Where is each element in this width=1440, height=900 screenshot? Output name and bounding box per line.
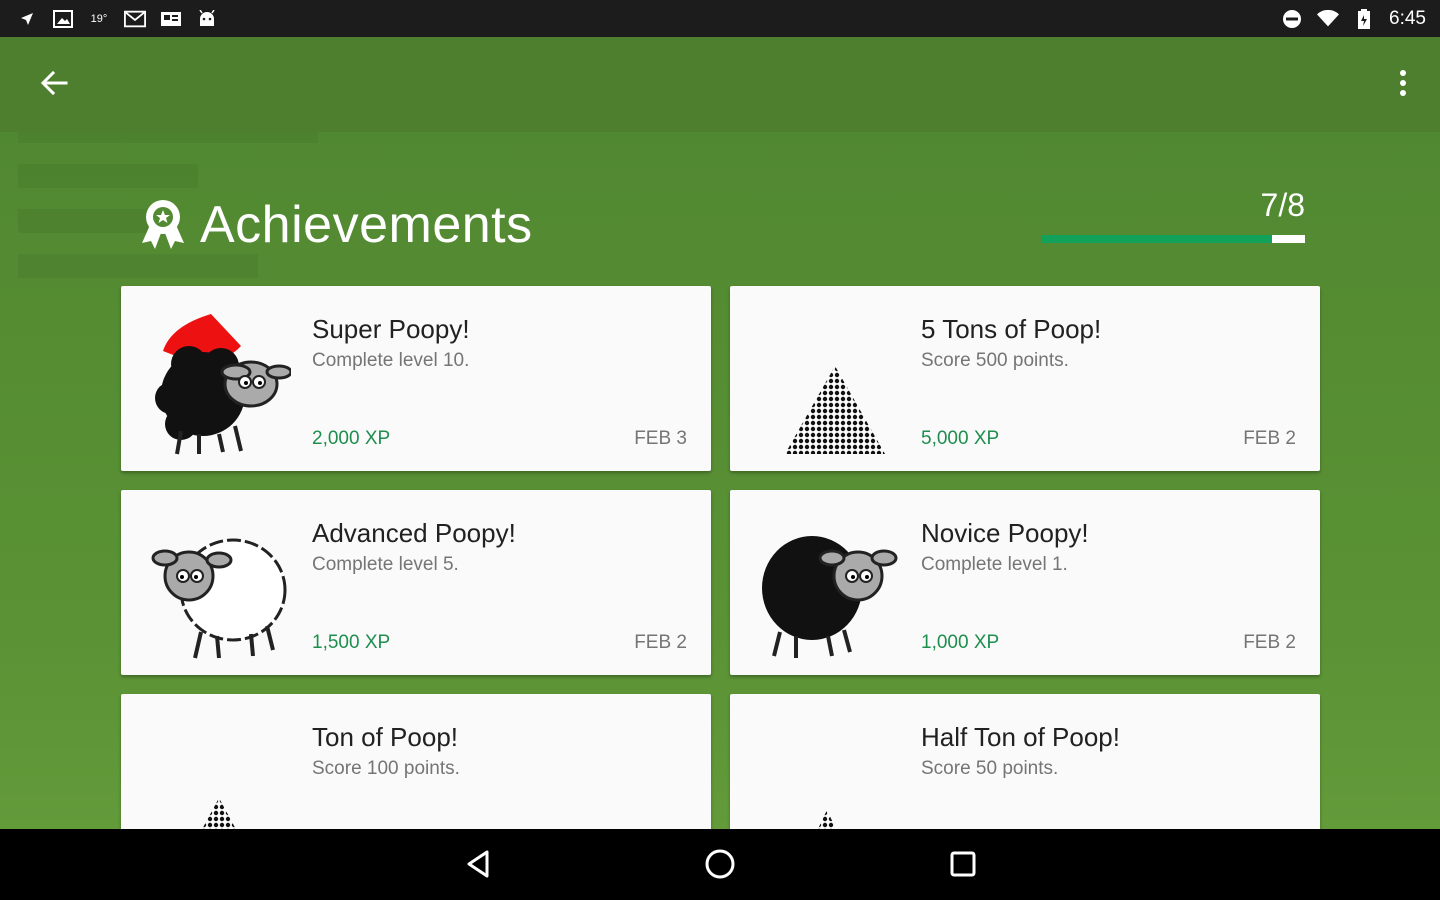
news-icon (160, 10, 182, 28)
status-right-icons: 6:45 (1281, 8, 1426, 30)
progress-fill (1041, 235, 1272, 243)
battery-icon (1353, 8, 1375, 29)
navigation-bar (0, 829, 1440, 900)
back-button[interactable] (30, 65, 78, 105)
arrow-back-icon (40, 70, 68, 101)
status-left-icons: 19° (16, 9, 218, 28)
achievement-card[interactable]: Half Ton of Poop! Score 50 points. (730, 694, 1320, 829)
android-icon (196, 9, 218, 28)
achievement-title: Novice Poopy! (921, 518, 1089, 548)
medium-poop-pile-image (141, 714, 291, 829)
achievement-card[interactable]: Advanced Poopy! Complete level 5. 1,500 … (121, 490, 711, 675)
overflow-menu-button[interactable] (1388, 65, 1418, 105)
image-icon (52, 9, 74, 28)
status-bar: 19° 6:45 (0, 0, 1440, 37)
achievement-title: Ton of Poop! (312, 722, 458, 752)
nav-back-button[interactable] (458, 846, 498, 886)
achievement-date: FEB 3 (634, 428, 687, 449)
achievement-card[interactable]: 5 Tons of Poop! Score 500 points. 5,000 … (730, 286, 1320, 471)
achievement-card[interactable]: Super Poopy! Complete level 10. 2,000 XP… (121, 286, 711, 471)
temperature-icon: 19° (90, 12, 108, 25)
achievement-card[interactable]: Ton of Poop! Score 100 points. (121, 694, 711, 829)
achievement-xp: 1,500 XP (312, 632, 391, 653)
small-poop-pile-image (750, 714, 900, 829)
app-content: Achievements 7/8 Super Poopy! Complete l… (0, 37, 1440, 829)
achievement-description: Score 100 points. (312, 758, 460, 779)
achievements-header: Achievements (140, 195, 533, 255)
achievement-progress: 7/8 (1041, 187, 1305, 243)
progress-count: 7/8 (1260, 187, 1305, 223)
app-bar (0, 37, 1440, 132)
achievement-date: FEB 2 (1243, 428, 1296, 449)
nav-recents-icon (949, 850, 977, 883)
award-ribbon-icon (140, 197, 186, 254)
achievement-title: Half Ton of Poop! (921, 722, 1120, 752)
achievement-date: FEB 2 (1243, 632, 1296, 653)
page-title: Achievements (200, 196, 533, 254)
large-poop-pile-image (750, 306, 900, 456)
achievement-title: Advanced Poopy! (312, 518, 516, 548)
navigation-icon (16, 10, 38, 28)
wifi-icon (1317, 9, 1340, 28)
achievement-xp: 2,000 XP (312, 428, 391, 449)
red-caped-black-sheep-image (141, 306, 293, 456)
nav-back-icon (465, 849, 491, 884)
nav-home-icon (704, 848, 736, 885)
nav-home-button[interactable] (700, 846, 740, 886)
white-sheep-image (141, 510, 291, 660)
achievement-description: Score 500 points. (921, 350, 1069, 371)
status-time: 6:45 (1389, 7, 1426, 29)
achievement-description: Complete level 1. (921, 554, 1068, 575)
achievement-title: 5 Tons of Poop! (921, 314, 1102, 344)
achievement-card[interactable]: Novice Poopy! Complete level 1. 1,000 XP… (730, 490, 1320, 675)
do-not-disturb-icon (1281, 9, 1303, 28)
achievement-description: Complete level 5. (312, 554, 459, 575)
achievement-xp: 1,000 XP (921, 632, 1000, 653)
nav-recents-button[interactable] (943, 846, 983, 886)
more-vert-icon (1399, 69, 1407, 101)
achievement-date: FEB 2 (634, 632, 687, 653)
gmail-icon (124, 10, 146, 28)
black-sheep-image (750, 510, 900, 660)
achievement-description: Score 50 points. (921, 758, 1059, 779)
achievement-xp: 5,000 XP (921, 428, 1000, 449)
achievement-title: Super Poopy! (312, 314, 470, 344)
achievement-description: Complete level 10. (312, 350, 470, 371)
